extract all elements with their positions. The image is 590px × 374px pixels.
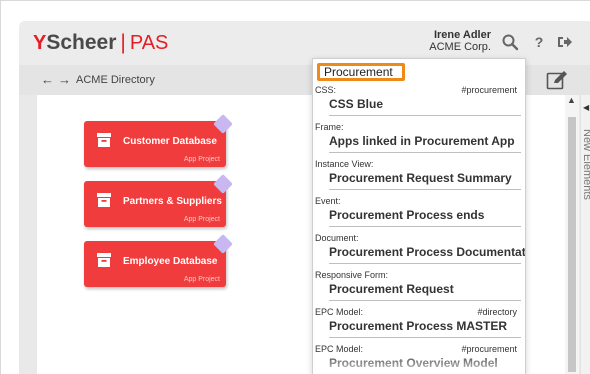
user-info[interactable]: Irene Adler ACME Corp. [419, 29, 491, 53]
archive-box-icon [97, 193, 111, 207]
result-name: Procurement Request [329, 282, 454, 296]
logo-product: PAS [129, 31, 169, 54]
result-divider [329, 226, 521, 227]
result-divider [329, 189, 521, 190]
logo-separator: | [120, 31, 126, 54]
scheer-pas-logo[interactable]: Y Scheer | PAS [33, 31, 168, 55]
result-name: Procurement Process Documentation [329, 245, 526, 259]
tag-icon [213, 234, 233, 254]
search-result-item[interactable]: Responsive Form: Procurement Request [313, 268, 525, 305]
forward-arrow-icon[interactable]: → [58, 72, 71, 87]
app-window: Y Scheer | PAS Irene Adler ACME Corp. ? [0, 0, 590, 374]
card-type: App Project [183, 276, 220, 283]
result-divider [329, 263, 521, 264]
card-employee-database[interactable]: Employee Database App Project [84, 234, 233, 287]
search-result-item[interactable]: EPC Model: #directory Procurement Process … [313, 305, 525, 342]
tag-icon [213, 174, 233, 194]
new-elements-panel[interactable]: ◀ New Elements [580, 95, 590, 374]
card-label: Customer Database [123, 136, 217, 147]
result-name: Procurement Process MASTER [329, 319, 508, 333]
new-elements-label: New Elements [581, 129, 590, 200]
result-type: Responsive Form: [315, 270, 389, 280]
result-name: Procurement Process ends [329, 208, 485, 222]
archive-box-icon [97, 133, 111, 147]
back-arrow-icon[interactable]: ← [41, 72, 54, 87]
search-result-item[interactable]: Document: Procurement Process Documentati… [313, 231, 526, 268]
card-label: Employee Database [123, 256, 218, 267]
scrollbar-thumb[interactable] [568, 117, 576, 372]
tag-icon [213, 114, 233, 134]
result-divider [329, 300, 521, 301]
search-result-item[interactable]: CSS: #procurement CSS Blue [313, 83, 525, 120]
result-type: Event: [315, 196, 341, 206]
search-results-list: CSS: #procurement CSS Blue Frame: Apps linke… [313, 83, 526, 374]
card-label: Partners & Suppliers [123, 196, 222, 207]
edit-icon [546, 71, 567, 90]
logo-mark: Y [33, 31, 46, 54]
logout-icon[interactable] [554, 31, 576, 53]
card-type: App Project [183, 156, 220, 163]
list-fade [313, 352, 525, 374]
result-divider [329, 152, 521, 153]
result-divider [329, 115, 521, 116]
edit-button[interactable] [544, 68, 570, 92]
help-icon[interactable]: ? [528, 31, 550, 53]
result-tag: #directory [477, 307, 517, 317]
card-partners-suppliers[interactable]: Partners & Suppliers App Project [84, 174, 233, 227]
result-name: Procurement Request Summary [329, 171, 512, 185]
result-divider [329, 337, 521, 338]
result-type: Instance View: [315, 159, 374, 169]
logo-name: Scheer [46, 31, 117, 54]
search-result-item[interactable]: Event: Procurement Process ends [313, 194, 525, 231]
user-company: ACME Corp. [429, 41, 491, 53]
result-name: Apps linked in Procurement App [329, 134, 515, 148]
archive-box-icon [97, 253, 111, 267]
result-type: EPC Model: [315, 307, 364, 317]
search-icon[interactable] [499, 31, 521, 53]
result-name: CSS Blue [329, 97, 384, 111]
vertical-scrollbar[interactable]: ▲ [565, 95, 579, 374]
help-glyph: ? [534, 34, 544, 50]
search-result-item[interactable]: Frame: Apps linked in Procurement App [313, 120, 525, 157]
result-tag: #procurement [461, 85, 517, 95]
search-results-dropdown: CSS: #procurement CSS Blue Frame: Apps linke… [312, 58, 526, 374]
result-type: Document: [315, 233, 359, 243]
user-name: Irene Adler [433, 29, 491, 41]
card-type: App Project [183, 216, 220, 223]
search-result-item[interactable]: Instance View: Procurement Request Summar… [313, 157, 525, 194]
scroll-up-icon[interactable]: ▲ [567, 95, 576, 105]
card-customer-database[interactable]: Customer Database App Project [84, 114, 233, 167]
collapse-caret-icon[interactable]: ◀ [583, 103, 589, 112]
search-input[interactable] [317, 63, 405, 81]
result-type: CSS: [315, 85, 337, 95]
result-type: Frame: [315, 122, 344, 132]
breadcrumb[interactable]: ACME Directory [76, 74, 155, 86]
